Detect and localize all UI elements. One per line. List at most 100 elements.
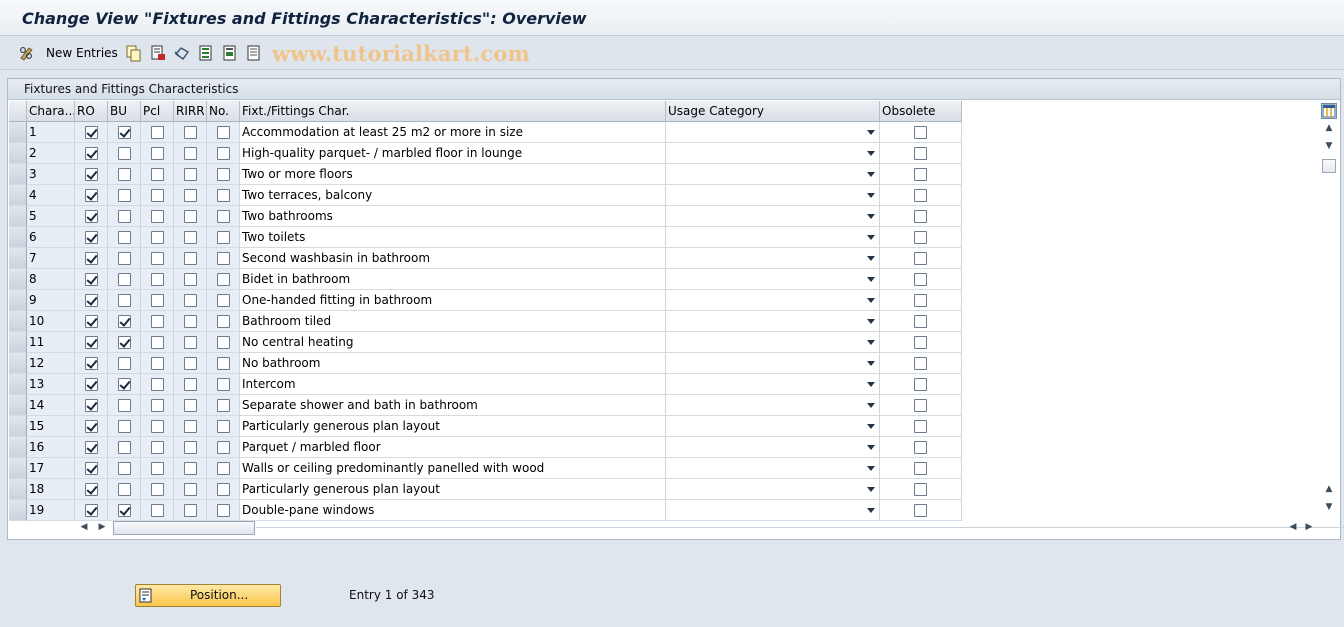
no-checkbox[interactable] <box>217 378 230 391</box>
fixt-char-input[interactable]: Two or more floors <box>240 164 666 185</box>
rirr-checkbox[interactable] <box>184 168 197 181</box>
fixt-char-input[interactable]: High-quality parquet- / marbled floor in… <box>240 143 666 164</box>
fixt-char-input[interactable]: Parquet / marbled floor <box>240 437 666 458</box>
ro-checkbox[interactable] <box>85 399 98 412</box>
bu-checkbox[interactable] <box>118 315 131 328</box>
row-selector[interactable] <box>9 143 27 164</box>
dropdown-arrow-icon[interactable] <box>867 235 875 240</box>
scroll-far-left-icon[interactable]: ◀ <box>1288 522 1298 534</box>
select-all-rows-button[interactable] <box>9 101 27 122</box>
ro-checkbox[interactable] <box>85 378 98 391</box>
bu-checkbox[interactable] <box>118 378 131 391</box>
pcl-checkbox[interactable] <box>151 189 164 202</box>
no-checkbox[interactable] <box>217 504 230 517</box>
fixt-char-input[interactable]: Double-pane windows <box>240 500 666 521</box>
rirr-checkbox[interactable] <box>184 504 197 517</box>
rirr-checkbox[interactable] <box>184 273 197 286</box>
no-checkbox[interactable] <box>217 231 230 244</box>
obsolete-checkbox[interactable] <box>914 210 927 223</box>
ro-checkbox[interactable] <box>85 315 98 328</box>
usage-category-dropdown[interactable] <box>666 185 880 206</box>
ro-checkbox[interactable] <box>85 483 98 496</box>
row-selector[interactable] <box>9 248 27 269</box>
no-checkbox[interactable] <box>217 168 230 181</box>
pcl-checkbox[interactable] <box>151 378 164 391</box>
pcl-checkbox[interactable] <box>151 441 164 454</box>
no-checkbox[interactable] <box>217 357 230 370</box>
usage-category-dropdown[interactable] <box>666 479 880 500</box>
fixt-char-input[interactable]: Two terraces, balcony <box>240 185 666 206</box>
bu-checkbox[interactable] <box>118 273 131 286</box>
bu-checkbox[interactable] <box>118 483 131 496</box>
usage-category-dropdown[interactable] <box>666 332 880 353</box>
scroll-right-icon[interactable]: ▶ <box>97 522 107 534</box>
column-header-fixt[interactable]: Fixt./Fittings Char. <box>240 101 666 122</box>
dropdown-arrow-icon[interactable] <box>867 172 875 177</box>
pcl-checkbox[interactable] <box>151 420 164 433</box>
no-checkbox[interactable] <box>217 189 230 202</box>
row-selector[interactable] <box>9 227 27 248</box>
position-button[interactable]: Position... <box>135 584 281 607</box>
no-checkbox[interactable] <box>217 126 230 139</box>
row-selector[interactable] <box>9 269 27 290</box>
obsolete-checkbox[interactable] <box>914 378 927 391</box>
rirr-checkbox[interactable] <box>184 294 197 307</box>
column-header-pcl[interactable]: Pcl <box>141 101 174 122</box>
new-entries-button[interactable]: New Entries <box>46 46 118 60</box>
obsolete-checkbox[interactable] <box>914 462 927 475</box>
obsolete-checkbox[interactable] <box>914 189 927 202</box>
pcl-checkbox[interactable] <box>151 315 164 328</box>
rirr-checkbox[interactable] <box>184 399 197 412</box>
no-checkbox[interactable] <box>217 483 230 496</box>
usage-category-dropdown[interactable] <box>666 458 880 479</box>
dropdown-arrow-icon[interactable] <box>867 361 875 366</box>
usage-category-dropdown[interactable] <box>666 227 880 248</box>
dropdown-arrow-icon[interactable] <box>867 487 875 492</box>
dropdown-arrow-icon[interactable] <box>867 424 875 429</box>
fixt-char-input[interactable]: Particularly generous plan layout <box>240 416 666 437</box>
no-checkbox[interactable] <box>217 294 230 307</box>
fixt-char-input[interactable]: Separate shower and bath in bathroom <box>240 395 666 416</box>
no-checkbox[interactable] <box>217 273 230 286</box>
bu-checkbox[interactable] <box>118 399 131 412</box>
no-checkbox[interactable] <box>217 462 230 475</box>
dropdown-arrow-icon[interactable] <box>867 403 875 408</box>
pcl-checkbox[interactable] <box>151 462 164 475</box>
scroll-down-icon[interactable]: ▼ <box>1323 502 1335 514</box>
fixt-char-input[interactable]: Intercom <box>240 374 666 395</box>
ro-checkbox[interactable] <box>85 168 98 181</box>
ro-checkbox[interactable] <box>85 147 98 160</box>
pcl-checkbox[interactable] <box>151 126 164 139</box>
column-header-chara[interactable]: Chara... <box>27 101 75 122</box>
bu-checkbox[interactable] <box>118 357 131 370</box>
dropdown-arrow-icon[interactable] <box>867 382 875 387</box>
bu-checkbox[interactable] <box>118 231 131 244</box>
usage-category-dropdown[interactable] <box>666 416 880 437</box>
column-settings-icon[interactable] <box>1321 103 1337 119</box>
fixt-char-input[interactable]: Walls or ceiling predominantly panelled … <box>240 458 666 479</box>
dropdown-arrow-icon[interactable] <box>867 340 875 345</box>
scroll-up-page-icon[interactable]: ▲ <box>1323 484 1335 496</box>
obsolete-checkbox[interactable] <box>914 294 927 307</box>
scroll-left-icon[interactable]: ◀ <box>79 522 89 534</box>
vertical-scrollbar[interactable]: ▲ ▼ ▲ ▼ <box>1319 101 1339 519</box>
rirr-checkbox[interactable] <box>184 231 197 244</box>
column-header-ro[interactable]: RO <box>75 101 108 122</box>
fixt-char-input[interactable]: Second washbasin in bathroom <box>240 248 666 269</box>
rirr-checkbox[interactable] <box>184 315 197 328</box>
no-checkbox[interactable] <box>217 252 230 265</box>
dropdown-arrow-icon[interactable] <box>867 319 875 324</box>
column-header-obsolete[interactable]: Obsolete <box>880 101 962 122</box>
obsolete-checkbox[interactable] <box>914 357 927 370</box>
row-selector[interactable] <box>9 374 27 395</box>
rirr-checkbox[interactable] <box>184 252 197 265</box>
pcl-checkbox[interactable] <box>151 294 164 307</box>
column-header-no[interactable]: No. <box>207 101 240 122</box>
scroll-down-page-icon[interactable]: ▼ <box>1323 141 1335 153</box>
rirr-checkbox[interactable] <box>184 336 197 349</box>
rirr-checkbox[interactable] <box>184 189 197 202</box>
usage-category-dropdown[interactable] <box>666 143 880 164</box>
row-selector[interactable] <box>9 416 27 437</box>
obsolete-checkbox[interactable] <box>914 504 927 517</box>
pcl-checkbox[interactable] <box>151 210 164 223</box>
